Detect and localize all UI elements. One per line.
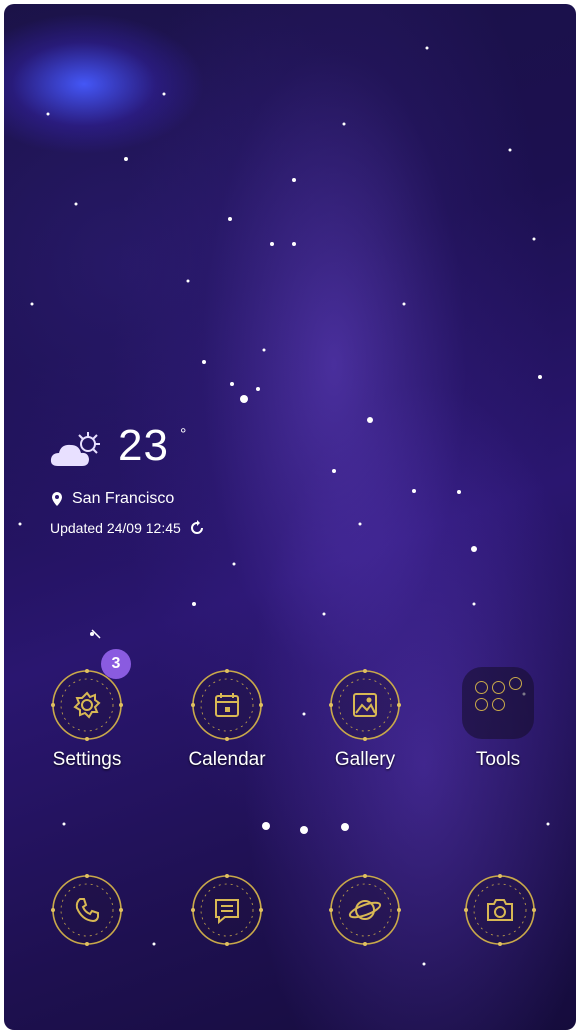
dock-messages[interactable] [172, 872, 282, 948]
updated-text: Updated 24/09 12:45 [50, 520, 181, 536]
camera-icon [464, 874, 536, 946]
app-settings[interactable]: 3 Settings [32, 649, 142, 771]
image-icon [329, 669, 401, 741]
app-calendar[interactable]: Calendar [172, 667, 282, 771]
messages-app-icon [189, 872, 265, 948]
partly-cloudy-icon [50, 432, 100, 466]
app-label: Settings [52, 749, 122, 770]
temperature: 23 [118, 421, 169, 470]
dock-internet[interactable] [310, 872, 420, 948]
calendar-app-icon [189, 667, 265, 743]
dock-camera[interactable] [445, 872, 555, 948]
camera-app-icon [462, 872, 538, 948]
gallery-app-icon [327, 667, 403, 743]
folder-icon [462, 667, 534, 739]
app-label: Gallery [334, 749, 396, 770]
message-icon [191, 874, 263, 946]
app-gallery[interactable]: Gallery [310, 667, 420, 771]
internet-app-icon [327, 872, 403, 948]
location-pin-icon [52, 492, 62, 506]
app-label: Tools [475, 749, 521, 770]
updated-row: Updated 24/09 12:45 [50, 520, 205, 536]
location-text: San Francisco [72, 490, 175, 507]
location-row: San Francisco [52, 490, 174, 508]
phone-icon [51, 874, 123, 946]
home-screen: 23 ° San Francisco Updated 24/09 12:45 3… [4, 4, 576, 1030]
dock-phone[interactable] [32, 872, 142, 948]
calendar-icon [191, 669, 263, 741]
temperature-unit: ° [180, 426, 187, 443]
settings-app-icon: 3 [49, 649, 131, 743]
app-label: Calendar [188, 749, 266, 770]
phone-app-icon [49, 872, 125, 948]
app-folder-tools[interactable]: Tools [443, 667, 553, 771]
planet-icon [329, 874, 401, 946]
notification-badge: 3 [101, 649, 131, 679]
refresh-icon[interactable] [189, 520, 205, 536]
